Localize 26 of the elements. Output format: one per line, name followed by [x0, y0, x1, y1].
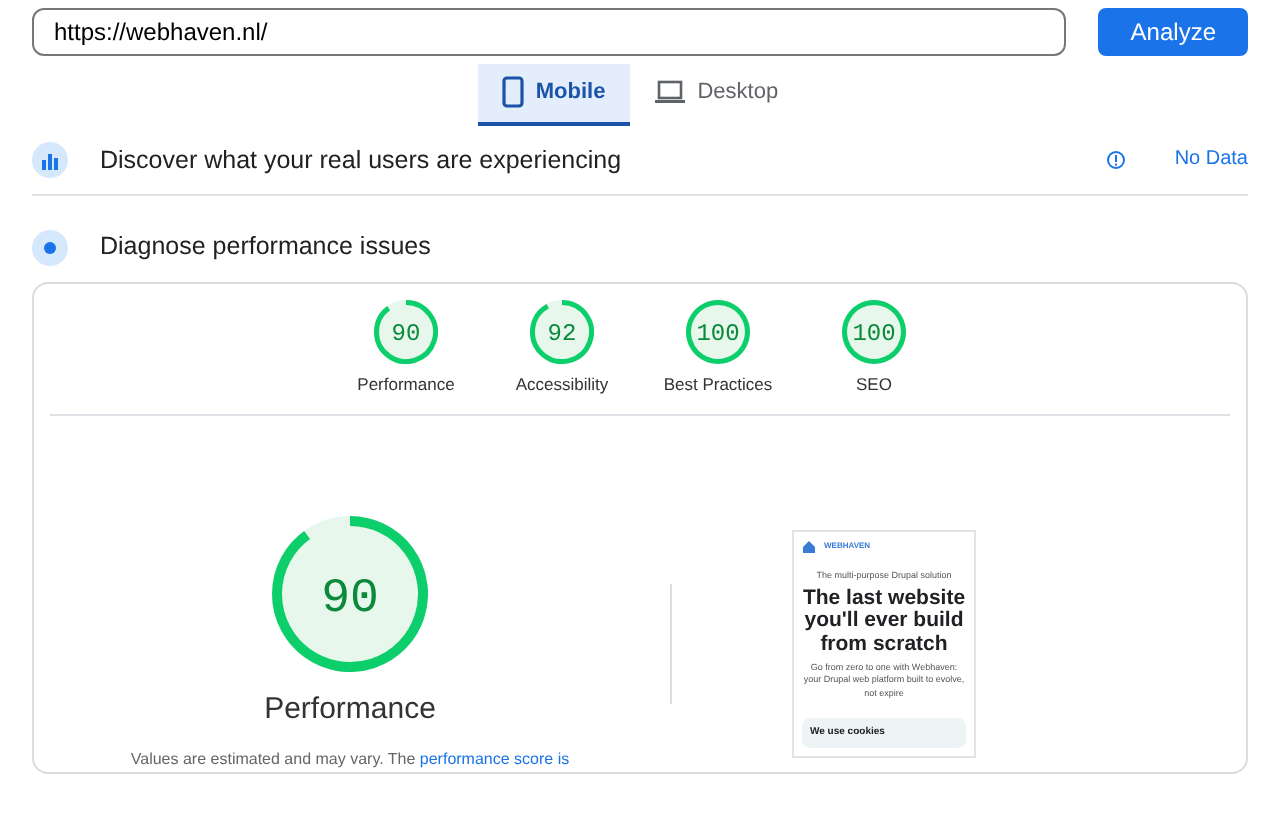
logo-icon — [802, 539, 816, 554]
diagnose-icon — [32, 229, 68, 266]
score-gauge: 100 — [686, 300, 750, 364]
score-link[interactable]: performance score is — [419, 750, 570, 769]
gauge-label: Best Practices — [663, 372, 773, 398]
score-gauge: 90 — [272, 515, 428, 672]
phone-icon — [501, 76, 524, 109]
no-data-label: No Data — [1174, 146, 1248, 175]
device-tab[interactable]: Desktop — [629, 64, 803, 125]
device-tab[interactable]: Mobile — [477, 64, 630, 125]
gauge-label: Performance — [357, 372, 455, 398]
info-icon[interactable] — [1106, 149, 1127, 170]
score-note: Values are estimated and may vary. The performance score is — [130, 748, 570, 773]
section-title: Discover what your real users are experiencing — [100, 143, 624, 178]
laptop-icon — [653, 80, 686, 105]
url-field[interactable]: https://webhaven.nl/ — [32, 8, 1067, 56]
section-title: Diagnose performance issues — [100, 230, 431, 265]
headline: The last website you'll ever build from scratch — [802, 588, 966, 656]
gauge-label: Accessibility — [515, 372, 609, 398]
gauge-title: Performance — [264, 689, 436, 730]
score-gauge: 92 — [530, 300, 594, 364]
users-chart-icon — [32, 141, 68, 178]
analyze-button[interactable]: Analyze — [1098, 8, 1248, 56]
gauge-label: SEO — [856, 372, 892, 398]
score-gauge: 100 — [842, 300, 906, 364]
score-gauge: 90 — [374, 300, 438, 364]
